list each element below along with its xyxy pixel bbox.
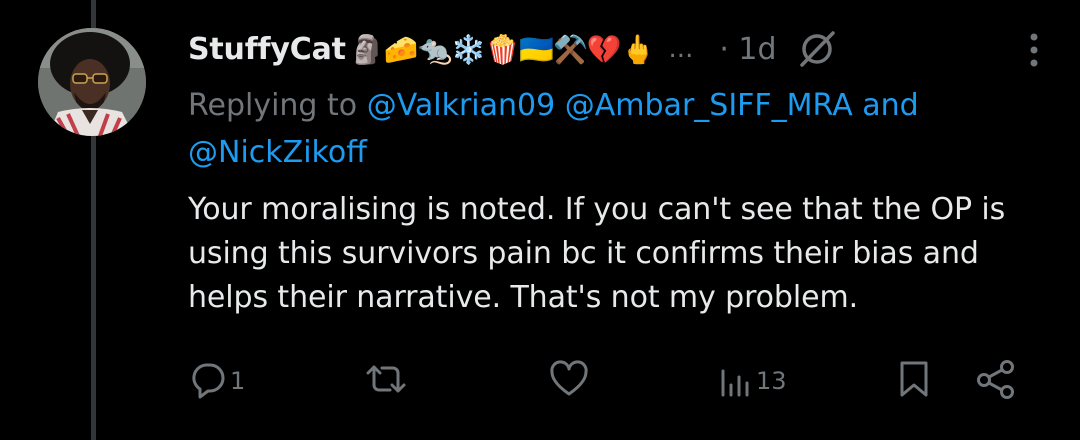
retweet-button[interactable] — [364, 356, 410, 406]
tweet[interactable]: StuffyCat 🗿🧀🐀❄️🍿🇺🇦⚒️💔🖕 ... · 1d Replying… — [0, 0, 1080, 440]
tweet-header: StuffyCat 🗿🧀🐀❄️🍿🇺🇦⚒️💔🖕 ... · 1d — [188, 24, 1060, 74]
tweet-text: Your moralising is noted. If you can't s… — [188, 192, 1006, 315]
replying-to-label: Replying to — [188, 88, 358, 123]
mention-link[interactable]: @Valkrian09 — [367, 88, 556, 123]
bookmark-button[interactable] — [896, 356, 932, 406]
bookmark-icon — [896, 359, 932, 403]
mention-conjunction[interactable]: and — [862, 88, 918, 123]
like-icon — [548, 359, 590, 403]
action-bar: 1 13 — [188, 356, 1048, 406]
timestamp[interactable]: · 1d — [719, 32, 776, 67]
name-emojis: 🗿🧀🐀❄️🍿🇺🇦⚒️💔🖕 — [349, 32, 656, 66]
share-icon — [974, 359, 1018, 403]
grok-icon[interactable] — [797, 29, 837, 69]
reply-button[interactable]: 1 — [188, 356, 245, 406]
reply-count: 1 — [230, 367, 246, 395]
views-count: 13 — [756, 367, 787, 395]
like-button[interactable] — [548, 356, 592, 406]
reply-icon — [188, 359, 228, 403]
mention-link[interactable]: @NickZikoff — [188, 135, 367, 170]
avatar[interactable] — [38, 28, 146, 136]
views-icon — [718, 359, 754, 403]
replying-to: Replying to @Valkrian09 @Ambar_SIFF_MRA … — [188, 82, 1028, 176]
share-button[interactable] — [974, 356, 1018, 406]
display-name[interactable]: StuffyCat — [188, 32, 346, 67]
mention-link[interactable]: @Ambar_SIFF_MRA — [565, 88, 853, 123]
name-overflow: ... — [668, 34, 694, 64]
more-icon[interactable] — [1028, 30, 1040, 70]
retweet-icon — [364, 359, 408, 403]
views-button[interactable]: 13 — [718, 356, 787, 406]
